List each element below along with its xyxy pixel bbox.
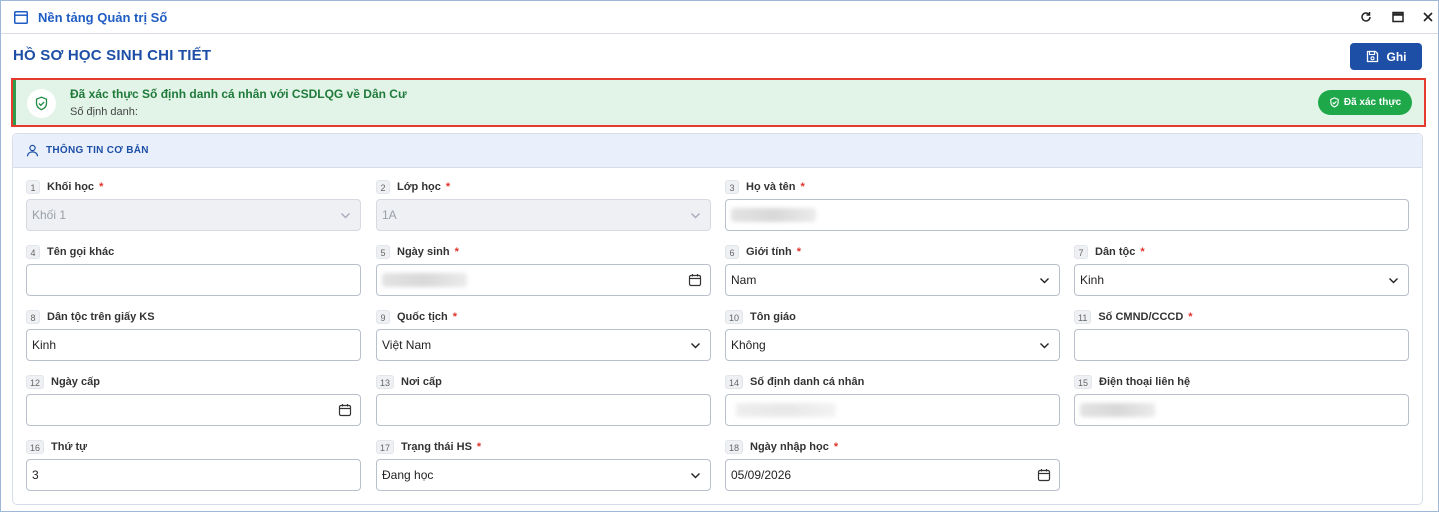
page-title: HỒ SƠ HỌC SINH CHI TIẾT bbox=[13, 47, 212, 64]
issue-date-input[interactable] bbox=[26, 394, 361, 426]
shield-check-icon bbox=[27, 89, 56, 118]
window-title: Nền tảng Quản trị Số bbox=[38, 10, 168, 25]
gender-select[interactable]: Nam bbox=[725, 264, 1060, 296]
calendar-icon[interactable] bbox=[1037, 468, 1051, 482]
chevron-down-icon bbox=[691, 343, 700, 349]
field-label: 9 Quốc tịch * bbox=[376, 310, 457, 324]
field-label: 13 Nơi cấp bbox=[376, 375, 442, 389]
close-icon[interactable] bbox=[1421, 10, 1435, 24]
field-label: 4 Tên gọi khác bbox=[26, 245, 114, 259]
field-label: 8 Dân tộc trên giấy KS bbox=[26, 310, 155, 324]
field-label: 17 Trạng thái HS * bbox=[376, 440, 481, 454]
chevron-down-icon bbox=[691, 473, 700, 479]
calendar-icon[interactable] bbox=[338, 403, 352, 417]
redacted-value bbox=[736, 403, 836, 417]
maximize-icon[interactable] bbox=[1391, 10, 1405, 24]
redacted-value bbox=[1080, 403, 1155, 417]
basic-info-section: THÔNG TIN CƠ BẢN 1 Khối học * Khối 1 2 Lớp … bbox=[12, 133, 1423, 505]
field-label: 6 Giới tính * bbox=[725, 245, 801, 259]
title-bar: Nền tảng Quản trị Số bbox=[1, 1, 1438, 34]
save-button-label: Ghi bbox=[1386, 49, 1407, 64]
birth-date-input[interactable] bbox=[376, 264, 711, 296]
student-status-select[interactable]: Đang học bbox=[376, 459, 711, 491]
redacted-value bbox=[731, 208, 816, 222]
field-label: 2 Lớp học * bbox=[376, 180, 450, 194]
verification-subtitle: Số định danh: bbox=[70, 106, 138, 118]
chevron-down-icon bbox=[341, 213, 350, 219]
field-label: 1 Khối học * bbox=[26, 180, 103, 194]
redacted-value bbox=[382, 273, 467, 287]
verified-badge: Đã xác thực bbox=[1318, 90, 1412, 115]
field-label: 7 Dân tộc * bbox=[1074, 245, 1145, 259]
field-label: 14 Số định danh cá nhân bbox=[725, 375, 864, 389]
refresh-icon[interactable] bbox=[1359, 10, 1373, 24]
app-window: Nền tảng Quản trị Số HỒ SƠ HỌC SINH CHI … bbox=[0, 0, 1439, 512]
full-name-input[interactable] bbox=[725, 199, 1409, 231]
section-header: THÔNG TIN CƠ BẢN bbox=[13, 134, 1422, 168]
nationality-select[interactable]: Việt Nam bbox=[376, 329, 711, 361]
id-number-input[interactable] bbox=[1074, 329, 1409, 361]
ethnicity-select[interactable]: Kinh bbox=[1074, 264, 1409, 296]
banner-accent-bar bbox=[13, 80, 16, 125]
enroll-date-input[interactable]: 05/09/2026 bbox=[725, 459, 1060, 491]
verification-title: Đã xác thực Số định danh cá nhân với CSD… bbox=[70, 87, 407, 101]
class-select: 1A bbox=[376, 199, 711, 231]
chevron-down-icon bbox=[1040, 343, 1049, 349]
field-label: 11 Số CMND/CCCD * bbox=[1074, 310, 1193, 324]
shield-icon bbox=[1330, 97, 1339, 108]
calendar-icon[interactable] bbox=[688, 273, 702, 287]
field-label: 12 Ngày cấp bbox=[26, 375, 100, 389]
field-label: 10 Tôn giáo bbox=[725, 310, 796, 324]
personal-id-input[interactable] bbox=[725, 394, 1060, 426]
chevron-down-icon bbox=[1389, 278, 1398, 284]
other-name-input[interactable] bbox=[26, 264, 361, 296]
chevron-down-icon bbox=[691, 213, 700, 219]
section-title: THÔNG TIN CƠ BẢN bbox=[46, 145, 149, 156]
save-icon bbox=[1366, 50, 1378, 63]
save-button[interactable]: Ghi bbox=[1350, 43, 1422, 70]
ethnicity-birth-cert-input[interactable]: Kinh bbox=[26, 329, 361, 361]
field-label: 5 Ngày sinh * bbox=[376, 245, 459, 259]
grade-select: Khối 1 bbox=[26, 199, 361, 231]
field-label: 3 Họ và tên * bbox=[725, 180, 805, 194]
religion-select[interactable]: Không bbox=[725, 329, 1060, 361]
field-label: 18 Ngày nhập học * bbox=[725, 440, 838, 454]
verification-banner: Đã xác thực Số định danh cá nhân với CSD… bbox=[11, 78, 1426, 127]
verified-badge-label: Đã xác thực bbox=[1343, 97, 1402, 108]
field-label: 16 Thứ tự bbox=[26, 440, 87, 454]
order-input[interactable]: 3 bbox=[26, 459, 361, 491]
window-icon bbox=[14, 11, 28, 24]
issue-place-input[interactable] bbox=[376, 394, 711, 426]
phone-input[interactable] bbox=[1074, 394, 1409, 426]
field-label: 15 Điện thoại liên hệ bbox=[1074, 375, 1190, 389]
chevron-down-icon bbox=[1040, 278, 1049, 284]
user-icon bbox=[26, 144, 39, 157]
